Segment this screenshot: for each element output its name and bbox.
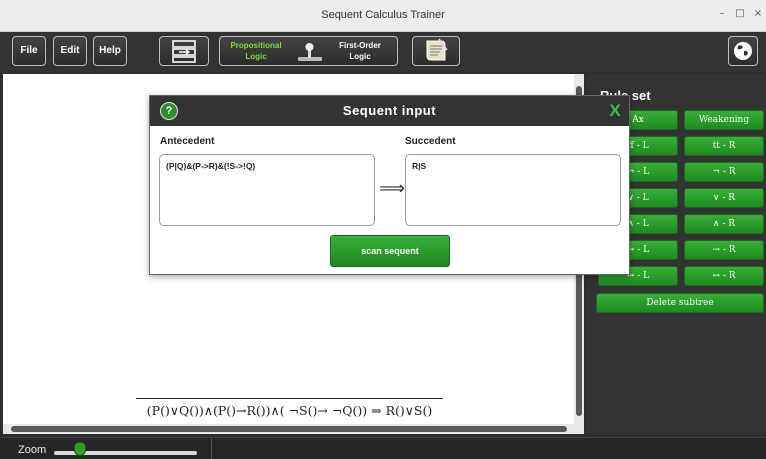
toggle-switch-icon	[298, 43, 322, 61]
close-window-button[interactable]: ×	[751, 7, 765, 21]
window-title: Sequent Calculus Trainer	[321, 9, 445, 21]
rule-or-r-button[interactable]: ∨ - R	[684, 188, 764, 208]
propositional-line-2: Logic	[245, 52, 267, 61]
scroll-icon	[426, 38, 448, 61]
rule-weakening-button[interactable]: Weakening	[684, 110, 764, 130]
zoom-slider-handle[interactable]	[73, 442, 86, 456]
propositional-line-1: Propositional	[230, 41, 282, 50]
first-order-line-1: First-Order	[339, 41, 381, 50]
sequent-input-dialog: ? Sequent input X Antecedent Succedent (…	[149, 95, 630, 275]
rule-tt-r-button[interactable]: tt - R	[684, 136, 764, 156]
file-menu-button[interactable]: File	[12, 36, 46, 66]
propositional-logic-option[interactable]: Propositional Logic	[226, 40, 286, 62]
status-divider	[211, 438, 212, 459]
close-icon[interactable]: X	[605, 100, 625, 122]
horizontal-scrollbar[interactable]	[3, 424, 584, 434]
scan-sequent-button[interactable]: scan sequent	[330, 235, 450, 267]
delete-subtree-button[interactable]: Delete subtree	[596, 293, 764, 313]
maximize-button[interactable]: □	[733, 7, 747, 21]
proof-tree-icon	[172, 40, 196, 63]
root-sequent-formula[interactable]: (P()∨Q())∧(P()→R())∧( ¬S()→ ¬Q()) ⇒ R()∨…	[136, 398, 443, 418]
edit-menu-button[interactable]: Edit	[53, 36, 87, 66]
antecedent-input[interactable]: (P|Q)&(P->R)&(!S->!Q)	[159, 154, 375, 226]
dialog-header: ? Sequent input X	[150, 96, 629, 126]
rule-not-r-button[interactable]: ¬ - R	[684, 162, 764, 182]
globe-icon	[734, 42, 752, 60]
minimize-button[interactable]: –	[715, 7, 729, 21]
language-button[interactable]	[728, 36, 758, 66]
rule-iff-r-button[interactable]: ↔ - R	[684, 266, 764, 286]
first-order-line-2: Logic	[349, 52, 371, 61]
proof-tree-button[interactable]	[159, 36, 209, 66]
scroll-button[interactable]	[412, 36, 460, 66]
succedent-input[interactable]: R|S	[405, 154, 621, 226]
first-order-logic-option[interactable]: First-Order Logic	[330, 40, 390, 62]
rule-and-r-button[interactable]: ∧ - R	[684, 214, 764, 234]
succedent-label: Succedent	[405, 136, 456, 147]
dialog-title: Sequent input	[342, 103, 437, 118]
help-menu-button[interactable]: Help	[93, 36, 127, 66]
status-bar: Zoom	[0, 437, 766, 459]
antecedent-label: Antecedent	[160, 136, 215, 147]
logic-mode-toggle[interactable]: Propositional Logic First-Order Logic	[219, 36, 398, 66]
sequent-arrow-icon: ⟹	[379, 178, 405, 199]
zoom-label: Zoom	[18, 444, 47, 456]
title-bar: Sequent Calculus Trainer – □ ×	[0, 0, 766, 32]
horizontal-scroll-thumb[interactable]	[11, 426, 567, 432]
rule-imp-r-button[interactable]: → - R	[684, 240, 764, 260]
